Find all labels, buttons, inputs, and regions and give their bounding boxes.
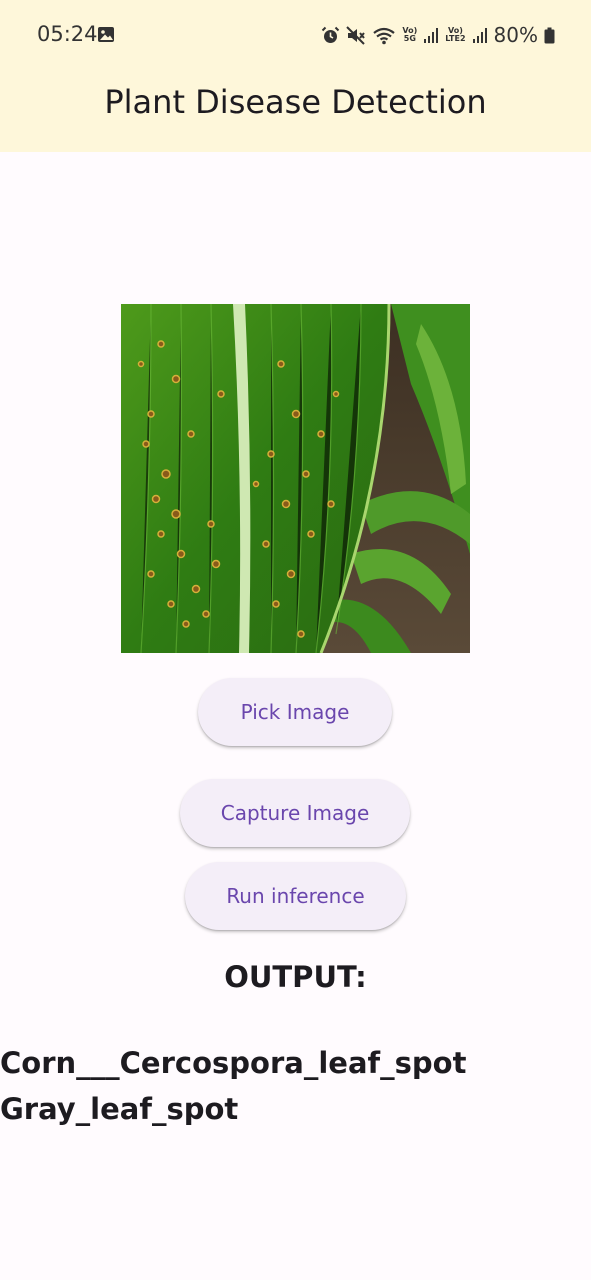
- battery-percent: 80%: [493, 23, 538, 47]
- output-heading: OUTPUT:: [224, 960, 367, 994]
- network-2-bottom: LTE2: [445, 34, 466, 43]
- battery-icon: [544, 27, 555, 43]
- corn-leaf-illustration: [121, 304, 470, 653]
- status-time: 05:24: [37, 22, 98, 46]
- wifi-icon: [373, 27, 396, 44]
- gallery-icon: [98, 27, 114, 42]
- status-icons: Vo) 5G Vo) LTE2 80%: [321, 22, 555, 48]
- network-lte-tag: Vo) LTE2: [445, 27, 465, 43]
- mute-icon: [346, 25, 366, 45]
- output-result: Corn___Cercospora_leaf_spot Gray_leaf_sp…: [0, 1040, 591, 1132]
- network-5g-tag: Vo) 5G: [402, 27, 417, 43]
- page-title: Plant Disease Detection: [104, 83, 487, 121]
- output-line-2: Gray_leaf_spot: [0, 1092, 239, 1126]
- app-screen: 05:24 Vo) 5G Vo) LTE2 80% Plant Disease …: [0, 0, 591, 1280]
- pick-image-button[interactable]: Pick Image: [198, 678, 392, 746]
- leaf-image: [121, 304, 470, 653]
- signal-icon: [472, 27, 487, 43]
- network-1-bottom: 5G: [403, 34, 416, 43]
- capture-image-button[interactable]: Capture Image: [180, 779, 410, 847]
- signal-icon: [424, 27, 439, 43]
- alarm-icon: [322, 26, 340, 43]
- output-line-1: Corn___Cercospora_leaf_spot: [0, 1046, 467, 1080]
- app-bar: 05:24 Vo) 5G Vo) LTE2 80% Plant Disease …: [0, 0, 591, 152]
- run-inference-button[interactable]: Run inference: [185, 862, 406, 930]
- status-bar: 05:24 Vo) 5G Vo) LTE2 80%: [0, 0, 591, 70]
